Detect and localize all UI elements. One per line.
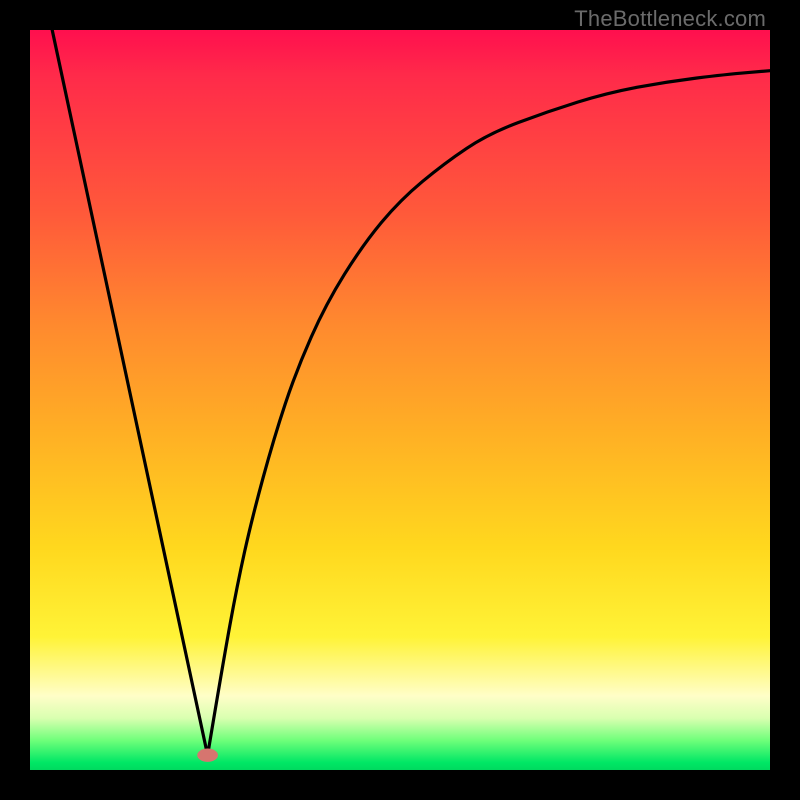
minimum-marker bbox=[197, 749, 218, 762]
curve-left-branch bbox=[52, 30, 207, 755]
curve-right-branch bbox=[208, 71, 770, 756]
plot-area bbox=[30, 30, 770, 770]
curve-svg bbox=[30, 30, 770, 770]
chart-frame: TheBottleneck.com bbox=[0, 0, 800, 800]
watermark-text: TheBottleneck.com bbox=[574, 6, 766, 32]
